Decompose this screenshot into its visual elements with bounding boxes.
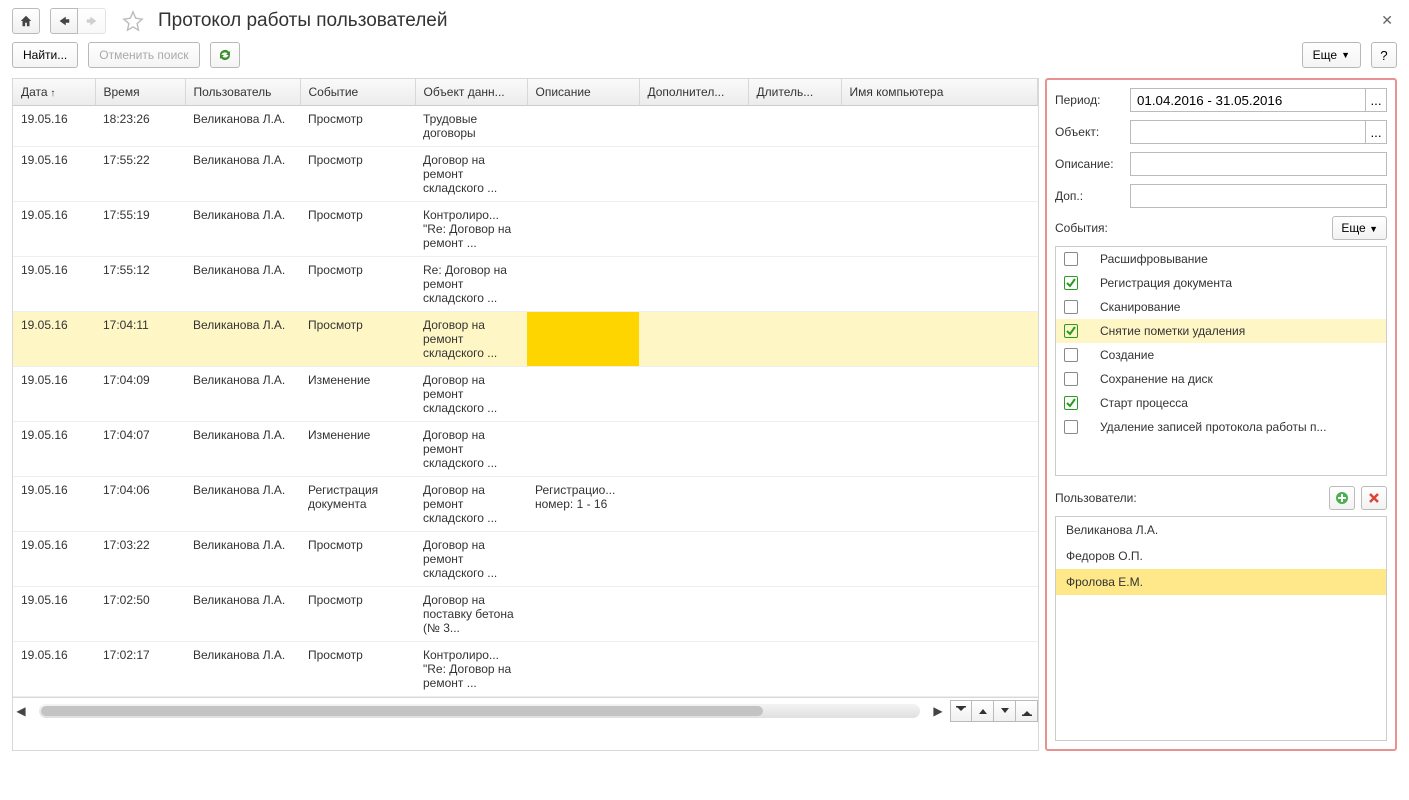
event-item[interactable]: Снятие пометки удаления	[1056, 319, 1386, 343]
find-button[interactable]: Найти...	[12, 42, 78, 68]
checkbox[interactable]	[1064, 324, 1078, 338]
first-row-button[interactable]	[950, 700, 972, 722]
table-row[interactable]: 19.05.1617:04:09Великанова Л.А.Изменение…	[13, 367, 1038, 422]
table-row[interactable]: 19.05.1617:02:50Великанова Л.А.ПросмотрД…	[13, 587, 1038, 642]
h-scrollbar[interactable]	[39, 704, 920, 718]
column-header[interactable]: Время	[95, 79, 185, 106]
table-footer: ◀ ▶	[13, 697, 1038, 724]
user-item[interactable]: Великанова Л.А.	[1056, 517, 1386, 543]
column-header[interactable]: Дата	[13, 79, 95, 106]
event-item[interactable]: Сканирование	[1056, 295, 1386, 319]
desc-input[interactable]	[1130, 152, 1387, 176]
scroll-left-icon[interactable]: ◀	[13, 703, 29, 719]
toolbar: Найти... Отменить поиск Еще ▼ ?	[0, 42, 1409, 78]
table-row[interactable]: 19.05.1618:23:26Великанова Л.А.ПросмотрТ…	[13, 106, 1038, 147]
desc-label: Описание:	[1055, 157, 1130, 171]
user-item[interactable]: Федоров О.П.	[1056, 543, 1386, 569]
table-row[interactable]: 19.05.1617:02:17Великанова Л.А.ПросмотрК…	[13, 642, 1038, 697]
column-header[interactable]: Объект данн...	[415, 79, 527, 106]
back-button[interactable]	[50, 8, 78, 34]
add-user-button[interactable]	[1329, 486, 1355, 510]
help-button[interactable]: ?	[1371, 42, 1397, 68]
column-header[interactable]: Описание	[527, 79, 639, 106]
home-button[interactable]	[12, 8, 40, 34]
favorite-icon[interactable]	[122, 10, 144, 32]
checkbox[interactable]	[1064, 348, 1078, 362]
extra-input[interactable]	[1130, 184, 1387, 208]
event-label: Старт процесса	[1100, 396, 1188, 410]
page-title: Протокол работы пользователей	[158, 10, 447, 32]
column-header[interactable]: Дополнител...	[639, 79, 748, 106]
titlebar: Протокол работы пользователей ✕	[0, 0, 1409, 42]
column-header[interactable]: Имя компьютера	[841, 79, 1038, 106]
event-label: Сканирование	[1100, 300, 1180, 314]
prev-row-button[interactable]	[972, 700, 994, 722]
more-button[interactable]: Еще ▼	[1302, 42, 1361, 68]
row-nav-buttons	[950, 700, 1038, 722]
event-label: Регистрация документа	[1100, 276, 1232, 290]
extra-label: Доп.:	[1055, 189, 1130, 203]
event-item[interactable]: Создание	[1056, 343, 1386, 367]
period-label: Период:	[1055, 93, 1130, 107]
object-label: Объект:	[1055, 125, 1130, 139]
remove-user-button[interactable]	[1361, 486, 1387, 510]
table-row[interactable]: 19.05.1617:04:06Великанова Л.А.Регистрац…	[13, 477, 1038, 532]
event-item[interactable]: Регистрация документа	[1056, 271, 1386, 295]
table-row[interactable]: 19.05.1617:03:22Великанова Л.А.ПросмотрД…	[13, 532, 1038, 587]
event-item[interactable]: Расшифровывание	[1056, 247, 1386, 271]
column-header[interactable]: Событие	[300, 79, 415, 106]
cancel-search-button[interactable]: Отменить поиск	[88, 42, 199, 68]
table-row[interactable]: 19.05.1617:55:19Великанова Л.А.ПросмотрК…	[13, 202, 1038, 257]
table-row[interactable]: 19.05.1617:55:22Великанова Л.А.ПросмотрД…	[13, 147, 1038, 202]
checkbox[interactable]	[1064, 252, 1078, 266]
log-table: ДатаВремяПользовательСобытиеОбъект данн.…	[12, 78, 1039, 751]
period-input[interactable]	[1130, 88, 1365, 112]
event-label: Расшифровывание	[1100, 252, 1208, 266]
event-label: Создание	[1100, 348, 1154, 362]
scroll-right-icon[interactable]: ▶	[930, 703, 946, 719]
checkbox[interactable]	[1064, 396, 1078, 410]
checkbox[interactable]	[1064, 276, 1078, 290]
close-icon[interactable]: ✕	[1381, 12, 1393, 29]
events-listbox[interactable]: Расшифровывание Регистрация документа Скан…	[1055, 246, 1387, 476]
table-row[interactable]: 19.05.1617:55:12Великанова Л.А.ПросмотрR…	[13, 257, 1038, 312]
object-input[interactable]	[1130, 120, 1365, 144]
checkbox[interactable]	[1064, 372, 1078, 386]
events-more-button[interactable]: Еще ▼	[1332, 216, 1387, 240]
last-row-button[interactable]	[1016, 700, 1038, 722]
checkbox[interactable]	[1064, 300, 1078, 314]
events-label: События:	[1055, 221, 1108, 235]
users-label: Пользователи:	[1055, 491, 1137, 505]
column-header[interactable]: Длитель...	[748, 79, 841, 106]
next-row-button[interactable]	[994, 700, 1016, 722]
forward-button[interactable]	[78, 8, 106, 34]
event-label: Сохранение на диск	[1100, 372, 1213, 386]
user-item[interactable]: Фролова Е.М.	[1056, 569, 1386, 595]
table-row[interactable]: 19.05.1617:04:07Великанова Л.А.Изменение…	[13, 422, 1038, 477]
object-picker-button[interactable]: ...	[1365, 120, 1387, 144]
refresh-button[interactable]	[210, 42, 240, 68]
users-listbox[interactable]: Великанова Л.А.Федоров О.П.Фролова Е.М.	[1055, 516, 1387, 741]
event-item[interactable]: Удаление записей протокола работы п...	[1056, 415, 1386, 439]
event-label: Удаление записей протокола работы п...	[1100, 420, 1326, 434]
event-item[interactable]: Старт процесса	[1056, 391, 1386, 415]
filter-panel: Период: ... Объект: ... Описание: Доп.: …	[1045, 78, 1397, 751]
event-item[interactable]: Сохранение на диск	[1056, 367, 1386, 391]
column-header[interactable]: Пользователь	[185, 79, 300, 106]
event-label: Снятие пометки удаления	[1100, 324, 1245, 338]
checkbox[interactable]	[1064, 420, 1078, 434]
table-row[interactable]: 19.05.1617:04:11Великанова Л.А.ПросмотрД…	[13, 312, 1038, 367]
period-picker-button[interactable]: ...	[1365, 88, 1387, 112]
